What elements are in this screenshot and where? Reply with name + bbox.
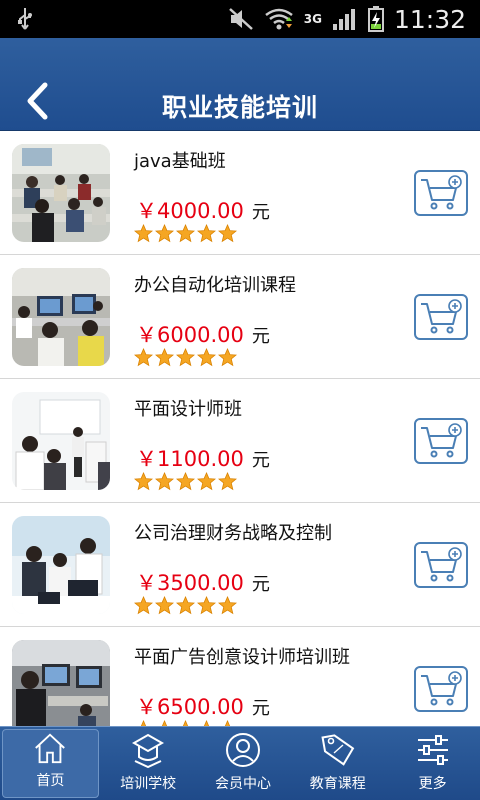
- mute-icon: [228, 8, 253, 30]
- wifi-icon: [264, 8, 293, 30]
- sale-tag-icon: [321, 734, 355, 766]
- star-icon: [134, 348, 153, 367]
- nav-item-school[interactable]: 培训学校: [101, 727, 196, 800]
- course-photo: [12, 392, 110, 490]
- course-list[interactable]: java基础班 ￥4000.00 元 办公自动化培训课程 ￥6000.00 元 …: [0, 131, 480, 726]
- star-icon: [155, 224, 174, 243]
- title-bar: 职业技能培训: [0, 38, 480, 131]
- price-row: ￥4000.00 元: [136, 195, 270, 225]
- price-unit: 元: [251, 698, 270, 719]
- add-to-cart-button[interactable]: [414, 294, 468, 340]
- price-row: ￥6000.00 元: [136, 319, 270, 349]
- list-item[interactable]: java基础班 ￥4000.00 元: [0, 131, 480, 255]
- star-icon: [197, 224, 216, 243]
- star-icon: [197, 348, 216, 367]
- status-bar: 3G 11:32: [0, 0, 480, 38]
- nav-label: 教育课程: [309, 776, 366, 792]
- course-price: ￥1100.00: [136, 447, 244, 471]
- course-price: ￥6000.00: [136, 323, 244, 347]
- rating-stars: [134, 472, 237, 491]
- add-to-cart-button[interactable]: [414, 666, 468, 712]
- course-photo: [12, 144, 110, 242]
- user-icon: [225, 733, 260, 767]
- star-icon: [155, 472, 174, 491]
- price-unit: 元: [251, 202, 270, 223]
- course-price: ￥4000.00: [136, 199, 244, 223]
- course-price: ￥6500.00: [136, 695, 244, 719]
- course-name: 办公自动化培训课程: [134, 275, 296, 296]
- add-cart-icon: [421, 175, 462, 210]
- list-item[interactable]: 办公自动化培训课程 ￥6000.00 元: [0, 255, 480, 379]
- add-cart-icon: [421, 423, 462, 458]
- network-type: 3G: [303, 12, 322, 26]
- price-row: ￥6500.00 元: [136, 691, 270, 721]
- price-unit: 元: [251, 574, 270, 595]
- nav-item-home[interactable]: 首页: [2, 729, 99, 798]
- list-item[interactable]: 平面设计师班 ￥1100.00 元: [0, 379, 480, 503]
- home-icon: [35, 733, 66, 764]
- course-photo: [12, 640, 110, 726]
- rating-stars: [134, 348, 237, 367]
- star-icon: [176, 224, 195, 243]
- star-icon: [197, 472, 216, 491]
- star-icon: [155, 348, 174, 367]
- clock: 11:32: [393, 4, 466, 34]
- course-photo: [12, 516, 110, 614]
- nav-item-courses[interactable]: 教育课程: [290, 727, 385, 800]
- star-icon: [176, 472, 195, 491]
- star-icon: [218, 224, 237, 243]
- battery-charging-icon: [367, 6, 384, 32]
- star-icon: [218, 596, 237, 615]
- add-to-cart-button[interactable]: [414, 418, 468, 464]
- usb-icon: [18, 8, 32, 30]
- settings-sliders-icon: [417, 735, 448, 765]
- nav-label: 会员中心: [214, 776, 271, 792]
- list-item[interactable]: 公司治理财务战略及控制 ￥3500.00 元: [0, 503, 480, 627]
- rating-stars: [134, 224, 237, 243]
- course-photo: [12, 268, 110, 366]
- star-icon: [197, 596, 216, 615]
- list-item[interactable]: 平面广告创意设计师培训班 ￥6500.00 元: [0, 627, 480, 726]
- course-name: java基础班: [134, 151, 226, 172]
- nav-label: 首页: [36, 773, 65, 789]
- add-cart-icon: [421, 547, 462, 582]
- page-title: 职业技能培训: [161, 93, 318, 122]
- course-name: 公司治理财务战略及控制: [134, 523, 332, 544]
- star-icon: [176, 348, 195, 367]
- star-icon: [176, 596, 195, 615]
- school-icon: [132, 733, 165, 769]
- add-to-cart-button[interactable]: [414, 170, 468, 216]
- star-icon: [218, 472, 237, 491]
- add-cart-icon: [421, 671, 462, 706]
- price-row: ￥1100.00 元: [136, 443, 270, 473]
- star-icon: [134, 472, 153, 491]
- star-icon: [218, 348, 237, 367]
- price-unit: 元: [251, 450, 270, 471]
- nav-item-more[interactable]: 更多: [385, 727, 480, 800]
- course-name: 平面广告创意设计师培训班: [134, 647, 350, 668]
- star-icon: [134, 224, 153, 243]
- price-row: ￥3500.00 元: [136, 567, 270, 597]
- course-price: ￥3500.00: [136, 571, 244, 595]
- nav-label: 更多: [418, 776, 447, 792]
- course-name: 平面设计师班: [134, 399, 242, 420]
- nav-label: 培训学校: [120, 776, 177, 792]
- price-unit: 元: [251, 326, 270, 347]
- add-cart-icon: [421, 299, 462, 334]
- star-icon: [155, 596, 174, 615]
- add-to-cart-button[interactable]: [414, 542, 468, 588]
- bottom-nav: 首页 培训学校 会员中心 教育课程 更多: [0, 726, 480, 800]
- rating-stars: [134, 596, 237, 615]
- star-icon: [134, 596, 153, 615]
- signal-icon: [332, 9, 355, 30]
- nav-item-member[interactable]: 会员中心: [196, 727, 291, 800]
